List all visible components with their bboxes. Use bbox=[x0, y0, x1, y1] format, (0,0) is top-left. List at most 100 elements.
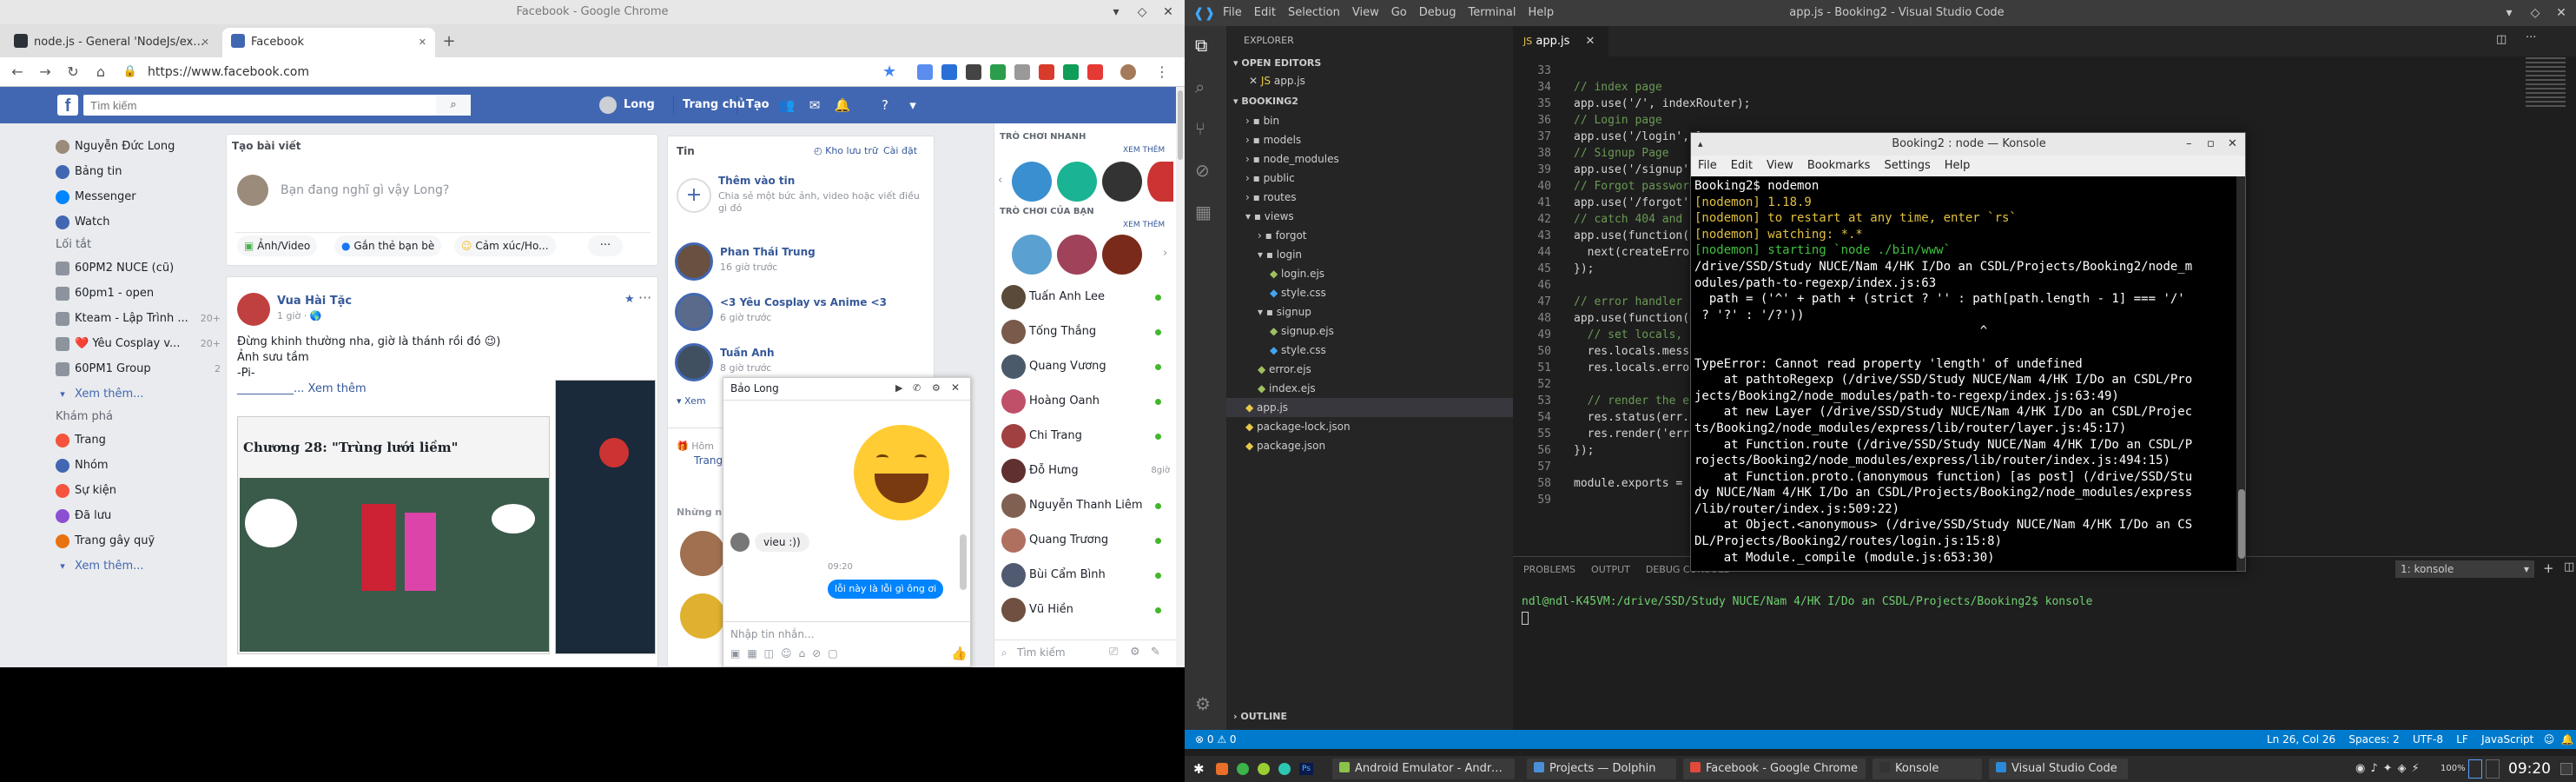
konsole-menu-bookmarks[interactable]: Bookmarks bbox=[1807, 159, 1871, 172]
file-tree-item[interactable]: › ▪ models bbox=[1226, 130, 1513, 149]
shortcut-item[interactable]: ❤️ Yêu Cosplay v... 20+ bbox=[49, 331, 222, 356]
file-tree-item[interactable]: ◆ signup.ejs bbox=[1226, 321, 1513, 341]
explore-item[interactable]: Nhóm bbox=[49, 453, 222, 478]
editor-tab[interactable]: JS app.js ✕ bbox=[1513, 26, 1608, 56]
file-tree-item[interactable]: ◆ error.ejs bbox=[1226, 360, 1513, 379]
story-name[interactable]: <3 Yêu Cosplay vs Anime <3 bbox=[720, 296, 925, 308]
konsole-menu-edit[interactable]: Edit bbox=[1731, 159, 1753, 172]
avatar[interactable] bbox=[680, 593, 725, 639]
new-tab-button[interactable]: + bbox=[439, 31, 459, 52]
gear-icon[interactable]: ⚙ bbox=[1195, 693, 1211, 714]
app-icon[interactable] bbox=[1258, 763, 1270, 775]
panel-tab[interactable]: PROBLEMS bbox=[1523, 564, 1575, 575]
konsole-menu-settings[interactable]: Settings bbox=[1884, 159, 1930, 172]
file-tree-item[interactable]: ▾ ▪ views bbox=[1226, 207, 1513, 226]
file-tree-item[interactable]: › ▪ public bbox=[1226, 169, 1513, 188]
file-tree-item[interactable]: ▾ ▪ login bbox=[1226, 245, 1513, 264]
contact-item[interactable]: Đỗ Hưng 8giờ bbox=[994, 454, 1177, 488]
shortcut-item[interactable]: 60pm1 - open bbox=[49, 281, 222, 306]
close-icon[interactable]: ✕ bbox=[1586, 35, 1595, 48]
contact-item[interactable]: Hoàng Oanh bbox=[994, 384, 1177, 419]
explore-item[interactable]: Đã lưu bbox=[49, 503, 222, 528]
post-time[interactable]: 1 giờ · 🌎 bbox=[277, 310, 321, 321]
chat-toolbar-icons[interactable]: ▣▦◫☺⌂⊘▢ bbox=[730, 647, 845, 659]
tray-icons[interactable]: ◉♪✦◈⚡ bbox=[2355, 756, 2425, 782]
comic-side-image[interactable] bbox=[555, 380, 656, 654]
konsole-terminal[interactable]: Booking2$ nodemon [nodemon] 1.18.9 [nodemo… bbox=[1691, 176, 2236, 571]
maximize-icon[interactable]: ◇ bbox=[1129, 0, 1155, 24]
maximize-icon[interactable]: ▫ bbox=[2207, 133, 2215, 156]
sidebar-item[interactable]: Messenger bbox=[49, 184, 222, 209]
maximize-icon[interactable]: ◇ bbox=[2522, 1, 2548, 25]
messenger-icon[interactable]: ✉ bbox=[805, 96, 824, 115]
game-icon[interactable] bbox=[1057, 162, 1097, 202]
outline-header[interactable]: › OUTLINE bbox=[1233, 711, 1287, 722]
shortcut-item[interactable]: 60PM2 NUCE (cũ) bbox=[49, 255, 222, 281]
app-icon[interactable] bbox=[1237, 763, 1249, 775]
close-icon[interactable]: ✕ bbox=[419, 28, 426, 57]
file-tree-item[interactable]: ◆ package-lock.json bbox=[1226, 417, 1513, 436]
menu-edit[interactable]: Edit bbox=[1254, 6, 1276, 19]
konsole-titlebar[interactable]: ▴ Booking2 : node — Konsole – ▫ ✕ bbox=[1691, 133, 2245, 156]
extension-icon[interactable] bbox=[917, 64, 933, 80]
help-icon[interactable]: ? bbox=[875, 96, 895, 115]
post-options-icon[interactable]: ··· bbox=[638, 289, 651, 306]
photoshop-icon[interactable]: Ps bbox=[1299, 763, 1313, 775]
compose-icon[interactable]: ✎ bbox=[1151, 646, 1160, 659]
close-icon[interactable]: ✕ bbox=[2548, 1, 2574, 25]
file-tree-item[interactable]: ◆ package.json bbox=[1226, 436, 1513, 455]
extension-icon[interactable] bbox=[941, 64, 957, 80]
avatar[interactable] bbox=[237, 293, 270, 326]
video-icon[interactable]: ⎚ bbox=[1109, 646, 1118, 659]
pages-link[interactable]: Trang bbox=[694, 454, 723, 467]
extension-icon[interactable] bbox=[1087, 64, 1103, 80]
sidebar-item[interactable]: Watch bbox=[49, 209, 222, 235]
video-call-icon[interactable]: ▶ bbox=[895, 382, 902, 394]
minimap[interactable] bbox=[2526, 57, 2566, 109]
archive-link[interactable]: ◴ Kho lưu trữ bbox=[814, 145, 878, 156]
chat-input[interactable]: Nhập tin nhắn... bbox=[730, 628, 814, 640]
contacts-search-input[interactable]: Tìm kiếm bbox=[1017, 646, 1066, 659]
menu-terminal[interactable]: Terminal bbox=[1469, 6, 1516, 19]
clock[interactable]: 09:20 bbox=[2508, 756, 2551, 782]
facebook-logo[interactable]: f bbox=[57, 95, 78, 116]
sublime-icon[interactable] bbox=[1216, 763, 1228, 775]
see-more-link[interactable]: __________... Xem thêm bbox=[237, 381, 500, 397]
game-icon[interactable] bbox=[1057, 235, 1097, 275]
minimize-icon[interactable]: ▾ bbox=[2496, 1, 2522, 25]
story-name[interactable]: Phan Thái Trung bbox=[720, 246, 925, 258]
file-tree-item[interactable]: ◆ login.ejs bbox=[1226, 264, 1513, 283]
more-icon[interactable]: ··· bbox=[2526, 31, 2536, 44]
game-icon[interactable] bbox=[1102, 235, 1142, 275]
composer-input[interactable]: Bạn đang nghĩ gì vậy Long? bbox=[281, 183, 449, 197]
see-more-shortcuts[interactable]: ▾ Xem thêm... bbox=[49, 381, 222, 407]
chevron-left-icon[interactable]: ‹ bbox=[998, 174, 1002, 187]
search-icon[interactable]: ⌕ bbox=[1195, 76, 1205, 97]
browser-tab[interactable]: node.js - General 'NodeJs/express' ✕ bbox=[5, 28, 218, 57]
more-options-button[interactable]: ··· bbox=[588, 235, 623, 256]
taskbar-item[interactable]: Konsole bbox=[1873, 759, 1982, 779]
menu-selection[interactable]: Selection bbox=[1288, 6, 1340, 19]
extension-icon[interactable] bbox=[1014, 64, 1030, 80]
story-name[interactable]: Tuấn Anh bbox=[720, 347, 925, 359]
taskbar-item[interactable]: Android Emulator - Andro... bbox=[1332, 759, 1515, 779]
photo-video-button[interactable]: ▣ Ảnh/Video bbox=[237, 235, 318, 256]
tag-friends-button[interactable]: ● Gắn thẻ bạn bè bbox=[334, 235, 442, 256]
account-menu-icon[interactable]: ▾ bbox=[903, 96, 922, 115]
contact-item[interactable]: Quang Vương bbox=[994, 349, 1177, 384]
indent-setting[interactable]: Spaces: 2 bbox=[2348, 733, 2399, 746]
contact-item[interactable]: Bùi Cẩm Bình bbox=[994, 558, 1177, 593]
konsole-menu-help[interactable]: Help bbox=[1945, 159, 1971, 172]
scrollbar-thumb[interactable] bbox=[2238, 489, 2245, 559]
contact-item[interactable]: Nguyễn Thanh Liêm bbox=[994, 488, 1177, 523]
contact-item[interactable]: Quang Trương bbox=[994, 523, 1177, 558]
avatar[interactable] bbox=[599, 96, 617, 114]
cursor-position[interactable]: Ln 26, Col 26 bbox=[2267, 733, 2335, 746]
gear-icon[interactable]: ⚙ bbox=[1130, 646, 1140, 659]
contact-item[interactable]: Vũ Hiền bbox=[994, 593, 1177, 627]
files-icon[interactable]: ⧉ bbox=[1195, 35, 1207, 56]
menu-help[interactable]: Help bbox=[1528, 6, 1554, 19]
see-more-games[interactable]: XEM THÊM bbox=[1123, 146, 1165, 155]
konsole-menu-icon[interactable]: ▴ bbox=[1698, 133, 1703, 156]
menu-debug[interactable]: Debug bbox=[1419, 6, 1456, 19]
